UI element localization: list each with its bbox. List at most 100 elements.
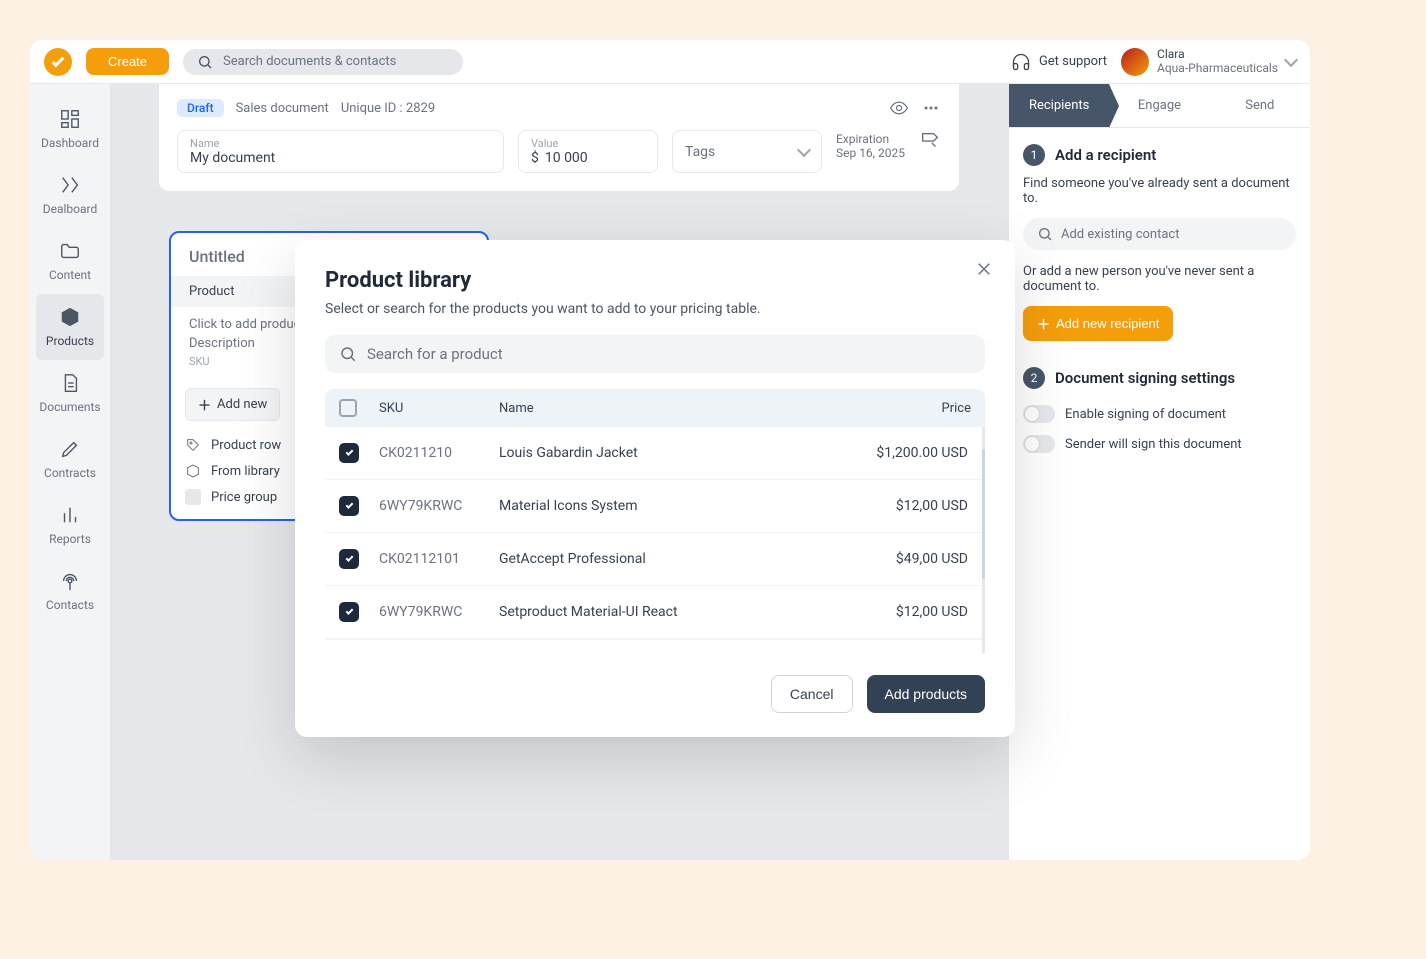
- get-support-link[interactable]: Get support: [1011, 52, 1107, 72]
- sidebar-item-label: Contacts: [46, 598, 94, 612]
- add-products-button[interactable]: Add products: [867, 675, 986, 713]
- row-sku: 6WY79KRWC: [379, 498, 499, 514]
- column-header-name: Name: [499, 401, 851, 416]
- add-new-button[interactable]: ＋ Add new: [185, 388, 280, 421]
- sidebar-item-dashboard[interactable]: Dashboard: [30, 96, 110, 162]
- field-value: 10 000: [545, 150, 588, 166]
- row-name: Setproduct Material-UI React: [499, 604, 848, 620]
- sidebar-item-content[interactable]: Content: [30, 228, 110, 294]
- sidebar-item-reports[interactable]: Reports: [30, 492, 110, 558]
- app-logo: [44, 48, 72, 76]
- product-search-input[interactable]: Search for a product: [325, 335, 985, 373]
- step-title: Add a recipient: [1055, 146, 1156, 164]
- table-row[interactable]: 6WY79KRWC Material Icons System $12,00 U…: [325, 480, 982, 533]
- sidebar-item-label: Contracts: [44, 466, 96, 480]
- product-library-modal: Product library Select or search for the…: [295, 240, 1015, 737]
- input-placeholder: Add existing contact: [1061, 227, 1179, 242]
- box-icon: [185, 463, 201, 479]
- row-price: $12,00 USD: [848, 498, 968, 514]
- step-desc: Or add a new person you've never sent a …: [1023, 264, 1296, 294]
- user-menu[interactable]: Clara Aqua-Pharmaceuticals: [1121, 48, 1296, 76]
- chevron-down-icon: [1284, 52, 1298, 66]
- close-icon[interactable]: [975, 260, 993, 278]
- modal-subtitle: Select or search for the products you wa…: [325, 301, 985, 317]
- sidebar-item-contacts[interactable]: Contacts: [30, 558, 110, 624]
- button-label: Add new recipient: [1056, 316, 1159, 331]
- search-input[interactable]: Search documents & contacts: [183, 49, 463, 75]
- process-steps: Recipients Engage Send: [1009, 84, 1310, 128]
- modal-title: Product library: [325, 268, 985, 293]
- option-label: Price group: [211, 490, 277, 505]
- search-icon: [197, 54, 213, 70]
- step-desc: Find someone you've already sent a docum…: [1023, 176, 1296, 206]
- add-existing-contact-input[interactable]: Add existing contact: [1023, 218, 1296, 250]
- user-name: Clara: [1157, 48, 1278, 61]
- antenna-icon: [59, 570, 81, 592]
- add-new-recipient-button[interactable]: ＋ Add new recipient: [1023, 306, 1173, 341]
- sidebar-item-label: Reports: [49, 532, 91, 546]
- row-checkbox[interactable]: [339, 496, 359, 516]
- search-icon: [1037, 226, 1053, 242]
- row-sku: CK0211210: [379, 445, 499, 461]
- send-icon[interactable]: [919, 130, 941, 152]
- product-table-body: CK0211210 Louis Gabardin Jacket $1,200.0…: [325, 427, 985, 653]
- user-company: Aqua-Pharmaceuticals: [1157, 62, 1278, 75]
- table-row-peek: [325, 639, 982, 653]
- search-placeholder: Search documents & contacts: [223, 54, 396, 69]
- row-checkbox[interactable]: [339, 549, 359, 569]
- create-button[interactable]: Create: [86, 48, 169, 75]
- step-number-badge: 1: [1023, 144, 1045, 166]
- step-title: Document signing settings: [1055, 369, 1235, 387]
- step-tab-engage[interactable]: Engage: [1109, 84, 1209, 127]
- field-value: My document: [190, 150, 491, 166]
- table-row[interactable]: CK0211210 Louis Gabardin Jacket $1,200.0…: [325, 427, 982, 480]
- doc-name-field[interactable]: Name My document: [177, 130, 504, 173]
- step-number-badge: 2: [1023, 367, 1045, 389]
- cancel-button[interactable]: Cancel: [771, 675, 853, 713]
- folder-icon: [59, 240, 81, 262]
- sidebar-item-products[interactable]: Products: [36, 294, 104, 360]
- row-sku: 6WY79KRWC: [379, 604, 499, 620]
- add-new-label: Add new: [217, 397, 267, 412]
- doc-value-field[interactable]: Value $ 10 000: [518, 130, 658, 173]
- option-label: From library: [211, 464, 280, 479]
- step-tab-recipients[interactable]: Recipients: [1009, 84, 1109, 127]
- sidebar-item-dealboard[interactable]: Dealboard: [30, 162, 110, 228]
- option-label: Product row: [211, 438, 281, 453]
- expiration-block: Expiration Sep 16, 2025: [836, 130, 905, 173]
- sidebar-item-label: Content: [49, 268, 91, 282]
- sidebar-item-contracts[interactable]: Contracts: [30, 426, 110, 492]
- step-tab-send[interactable]: Send: [1210, 84, 1310, 127]
- field-label: Tags: [685, 144, 715, 160]
- sidebar-item-label: Dealboard: [43, 202, 98, 216]
- scrollbar[interactable]: [982, 449, 985, 579]
- status-badge-draft: Draft: [177, 99, 224, 117]
- dealboard-icon: [59, 174, 81, 196]
- pen-icon: [59, 438, 81, 460]
- eye-icon[interactable]: [889, 98, 909, 118]
- doc-type-label: Sales document: [236, 101, 329, 116]
- headset-icon: [1011, 52, 1031, 72]
- chart-icon: [59, 504, 81, 526]
- square-icon: [185, 489, 201, 505]
- row-name: Material Icons System: [499, 498, 848, 514]
- more-icon[interactable]: [921, 98, 941, 118]
- tag-icon: [185, 437, 201, 453]
- row-checkbox[interactable]: [339, 602, 359, 622]
- dashboard-icon: [59, 108, 81, 130]
- tags-select[interactable]: Tags: [672, 130, 822, 173]
- field-label: Name: [190, 137, 491, 150]
- expiration-value: Sep 16, 2025: [836, 146, 905, 160]
- box-icon: [59, 306, 81, 328]
- sidebar-item-label: Documents: [39, 400, 100, 414]
- row-price: $49,00 USD: [848, 551, 968, 567]
- toggle-sender-sign[interactable]: [1023, 435, 1055, 453]
- sidebar-item-documents[interactable]: Documents: [30, 360, 110, 426]
- column-header-sku: SKU: [379, 401, 499, 416]
- toggle-enable-signing[interactable]: [1023, 405, 1055, 423]
- currency-symbol: $: [531, 150, 539, 166]
- row-checkbox[interactable]: [339, 443, 359, 463]
- select-all-checkbox[interactable]: [339, 399, 357, 417]
- table-row[interactable]: CK02112101 GetAccept Professional $49,00…: [325, 533, 982, 586]
- table-row[interactable]: 6WY79KRWC Setproduct Material-UI React $…: [325, 586, 982, 639]
